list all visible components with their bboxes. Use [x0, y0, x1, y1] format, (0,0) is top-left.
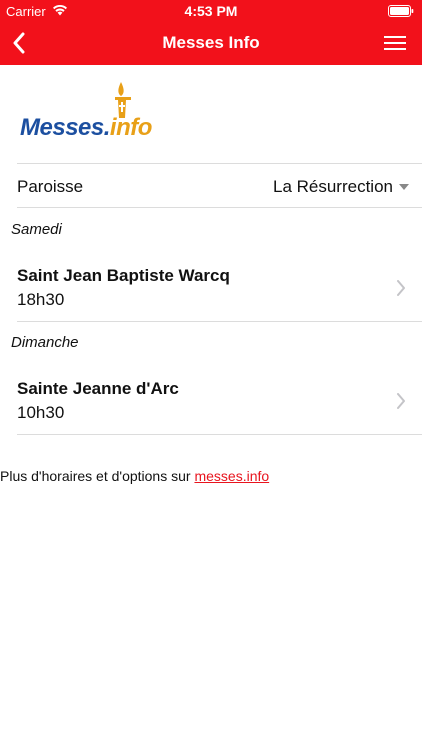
dropdown-arrow-icon — [399, 184, 409, 190]
messes-info-logo: Messes.info — [20, 80, 160, 146]
status-bar: Carrier 4:53 PM — [0, 0, 422, 22]
battery-icon — [388, 5, 414, 17]
page-title: Messes Info — [162, 33, 260, 52]
divider — [17, 207, 422, 208]
status-time: 4:53 PM — [184, 3, 238, 19]
mass-row[interactable]: Saint Jean Baptiste Warcq 18h30 — [0, 256, 422, 326]
day-header-saturday: Samedi — [11, 221, 62, 238]
footer-text: Plus d'horaires et d'options sur — [0, 468, 195, 484]
logo-wordmark: Messes.info — [20, 114, 152, 142]
nav-bar: Messes Info — [0, 22, 422, 65]
menu-button[interactable] — [382, 32, 408, 54]
parish-selected-value: La Résurrection — [272, 177, 393, 196]
day-header-sunday: Dimanche — [11, 334, 79, 351]
chevron-right-icon — [397, 280, 405, 296]
mass-church-name: Sainte Jeanne d'Arc — [17, 379, 179, 398]
app-header: Carrier 4:53 PM Messes Info — [0, 0, 422, 65]
parish-selector[interactable]: Paroisse La Résurrection — [0, 165, 422, 207]
mass-row[interactable]: Sainte Jeanne d'Arc 10h30 — [0, 369, 422, 439]
mass-time: 10h30 — [17, 403, 65, 422]
logo-text-accent: info — [109, 114, 152, 141]
logo-text-main: Messes. — [20, 114, 110, 141]
chevron-right-icon — [397, 393, 405, 409]
hamburger-menu-icon — [384, 36, 406, 50]
divider — [17, 434, 422, 435]
divider — [17, 163, 422, 164]
parish-label: Paroisse — [17, 177, 84, 196]
mass-church-name: Saint Jean Baptiste Warcq — [17, 266, 230, 285]
footer-note: Plus d'horaires et d'options sur messes.… — [0, 468, 269, 484]
chevron-left-icon — [13, 32, 25, 54]
mass-time: 18h30 — [17, 290, 65, 309]
divider — [17, 321, 422, 322]
messes-info-link[interactable]: messes.info — [194, 468, 269, 484]
back-button[interactable] — [6, 30, 32, 56]
